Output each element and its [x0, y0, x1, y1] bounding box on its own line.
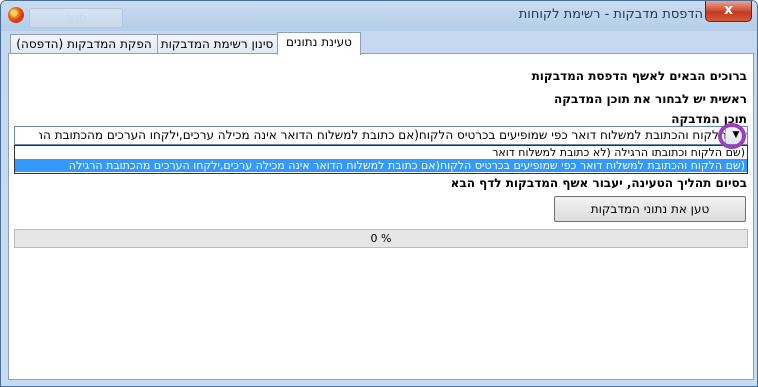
combo-selected-value: שם הלקוח והכתובת למשלוח דואר כפי שמופיעי… [39, 128, 747, 142]
tab-filter-list[interactable]: סינון רשימת המדבקות [156, 34, 278, 54]
title-bar[interactable]: סגור הדפסת מדבקות - רשימת לקוחות x [1, 1, 757, 31]
tab-strip: טעינת נתונים סינון רשימת המדבקות הפקת המ… [8, 32, 752, 55]
progress-label: 0 % [370, 232, 392, 245]
app-window: סגור הדפסת מדבקות - רשימת לקוחות x טעינת… [0, 0, 758, 387]
progress-bar: 0 % [14, 229, 748, 248]
tab-panel: ברוכים הבאים לאשף הדפסת המדבקות ראשית יש… [8, 53, 754, 380]
tab-load-data[interactable]: טעינת נתונים [277, 32, 361, 55]
title-bar-ghost-button: סגור [29, 8, 123, 28]
label-content-combo[interactable]: שם הלקוח והכתובת למשלוח דואר כפי שמופיעי… [14, 126, 748, 145]
dropdown-option-selected[interactable]: (שם הלקוח והכתובת למשלוח דואר כפי שמופיע… [15, 159, 747, 172]
load-label-data-button[interactable]: טען את נתוני המדבקות [554, 196, 746, 222]
window-title: הדפסת מדבקות - רשימת לקוחות [518, 7, 703, 22]
chevron-down-icon[interactable]: ▼ [725, 127, 746, 144]
after-load-note: בסיום תהליך הטעינה, יעבור אשף המדבקות לד… [450, 176, 747, 190]
instruction-text: ראשית יש לבחור את תוכן המדבקה [553, 92, 747, 106]
app-logo-icon[interactable] [8, 7, 24, 23]
dropdown-option[interactable]: (שם הלקוח וכתובתו הרגילה (לא כתובת למשלו… [15, 146, 747, 159]
welcome-heading: ברוכים הבאים לאשף הדפסת המדבקות [531, 69, 747, 83]
tab-print-labels[interactable]: הפקת המדבקות (הדפסה) [10, 34, 158, 54]
combo-dropdown-list[interactable]: (שם הלקוח וכתובתו הרגילה (לא כתובת למשלו… [14, 145, 748, 174]
content-label: תוכן המדבקה [671, 112, 747, 126]
close-button[interactable]: x [705, 1, 752, 22]
